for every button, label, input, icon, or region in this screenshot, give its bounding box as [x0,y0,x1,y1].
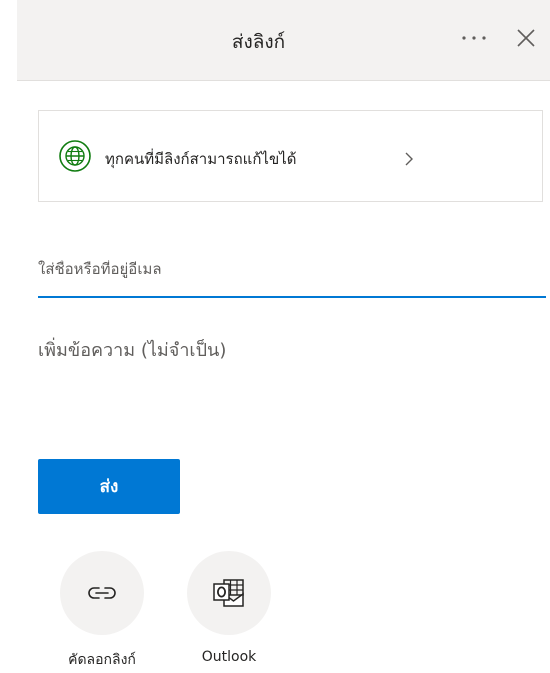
copy-link-button[interactable] [60,551,144,635]
more-options-button[interactable] [458,24,490,52]
link-settings-button[interactable]: ทุกคนที่มีลิงก์สามารถแก้ไขได้ [38,110,543,202]
link-permission-label: ทุกคนที่มีลิงก์สามารถแก้ไขได้ [105,150,297,168]
outlook-option[interactable]: Outlook [174,551,284,665]
outlook-button[interactable] [187,551,271,635]
globe-icon [59,140,91,172]
close-icon [517,29,535,47]
message-field [38,335,546,415]
recipient-field [38,252,546,298]
close-button[interactable] [510,22,542,54]
send-button[interactable]: ส่ง [38,459,180,514]
chevron-right-icon [405,152,413,166]
recipient-input[interactable] [38,260,538,278]
dialog-header: ส่งลิงก์ [17,0,550,81]
outlook-label: Outlook [201,649,257,665]
copy-link-option[interactable]: คัดลอกลิงก์ [47,551,157,671]
outlook-icon [213,579,244,607]
more-options-icon [462,36,486,40]
link-icon [88,587,116,599]
copy-link-label: คัดลอกลิงก์ [68,652,136,668]
message-input[interactable] [38,335,538,405]
